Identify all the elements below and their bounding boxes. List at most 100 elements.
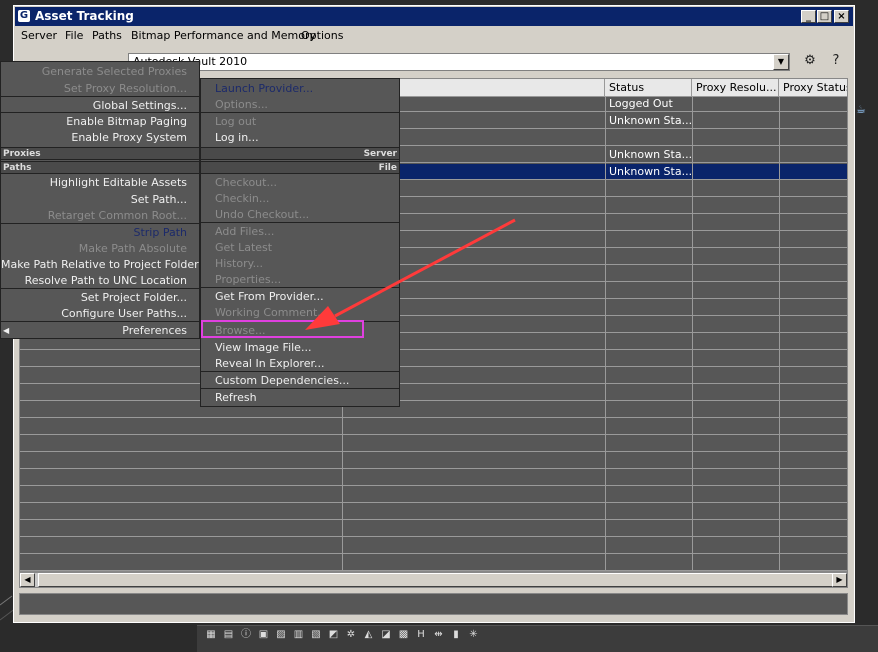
menu-item-reveal-in-explorer[interactable]: Reveal In Explorer...	[215, 356, 395, 372]
horizontal-scrollbar[interactable]: ◀ ▶	[19, 572, 848, 588]
menu-paths[interactable]: Paths	[92, 28, 122, 43]
app-icon: G	[18, 10, 30, 22]
menu-item-enable-bitmap-paging[interactable]: Enable Bitmap Paging	[1, 114, 187, 130]
menu-item-custom-dependencies[interactable]: Custom Dependencies...	[215, 373, 395, 389]
menu-bitmap-performance[interactable]: Bitmap Performance and Memory	[131, 28, 316, 43]
menu-item-view-image-file[interactable]: View Image File...	[215, 340, 395, 356]
scroll-thumb[interactable]	[38, 573, 834, 587]
submenu-arrow-icon: ◀	[3, 323, 9, 339]
menu-separator	[201, 287, 399, 288]
layout-icon[interactable]: ▦	[205, 629, 217, 641]
menu-options[interactable]: Options	[301, 28, 343, 43]
menu-item-working-comment[interactable]: Working Comment...	[215, 305, 395, 321]
star-icon[interactable]: ✲	[345, 629, 357, 641]
table-row[interactable]	[20, 470, 848, 486]
list-icon[interactable]: ▤	[223, 629, 235, 641]
pattern-icon[interactable]: ▧	[310, 629, 322, 641]
close-button[interactable]: ×	[834, 10, 849, 23]
bars-icon[interactable]: ▮	[450, 629, 462, 641]
column-header-proxy-resolution[interactable]: Proxy Resolu...	[692, 79, 779, 96]
table-row[interactable]	[20, 368, 848, 384]
provider-combo[interactable]: Autodesk Vault 2010	[128, 53, 790, 71]
menu-separator	[1, 321, 199, 322]
table-row[interactable]	[20, 419, 848, 435]
menu-item-properties[interactable]: Properties...	[215, 272, 395, 288]
column-header-proxy-status[interactable]: Proxy Status	[779, 79, 848, 96]
scroll-right-icon[interactable]: ▶	[832, 573, 847, 587]
menu-item-history[interactable]: History...	[215, 256, 395, 272]
h-icon[interactable]: H	[415, 629, 427, 641]
menu-item-refresh[interactable]: Refresh	[215, 390, 395, 406]
menu-item-add-files[interactable]: Add Files...	[215, 224, 395, 240]
menu-item-options[interactable]: Options...	[215, 97, 395, 113]
menu-item-highlight-editable-assets[interactable]: Highlight Editable Assets	[1, 175, 187, 191]
table-row[interactable]	[20, 538, 848, 554]
help-icon[interactable]: ?	[826, 51, 846, 71]
menu-item-configure-user-paths[interactable]: Configure User Paths...	[1, 306, 187, 322]
hsl-icon[interactable]: ▨	[275, 629, 287, 641]
menu-item-get-latest[interactable]: Get Latest	[215, 240, 395, 256]
table-row[interactable]	[20, 555, 848, 571]
menu-item-generate-selected-proxies[interactable]: Generate Selected Proxies	[1, 64, 187, 80]
menu-item-preferences[interactable]: Preferences	[1, 323, 187, 339]
menu-section-header: Paths	[1, 161, 199, 174]
menu-separator	[1, 96, 199, 97]
maximize-button[interactable]: □	[817, 10, 832, 23]
chevron-down-icon[interactable]: ▼	[773, 54, 789, 70]
menu-item-log-in[interactable]: Log in...	[215, 130, 395, 146]
menu-separator	[201, 222, 399, 223]
asterisk-icon[interactable]: ✳	[468, 629, 480, 641]
table-row[interactable]	[20, 385, 848, 401]
menu-item-set-path[interactable]: Set Path...	[1, 192, 187, 208]
menu-server[interactable]: Server	[21, 28, 57, 43]
swatch-icon[interactable]: ▥	[293, 629, 305, 641]
paths-menu: Generate Selected ProxiesSet Proxy Resol…	[0, 61, 200, 339]
gradient-icon[interactable]: ◩	[328, 629, 340, 641]
table-row[interactable]	[20, 521, 848, 537]
table-row[interactable]	[20, 436, 848, 452]
menu-item-checkout[interactable]: Checkout...	[215, 175, 395, 191]
table-row[interactable]	[20, 351, 848, 367]
status-bar	[19, 593, 848, 615]
minimize-button[interactable]: _	[801, 10, 816, 23]
table-row[interactable]	[20, 504, 848, 520]
title-bar[interactable]: G Asset Tracking _ □ ×	[15, 7, 853, 26]
status-cell: Unknown Sta...	[605, 164, 692, 180]
table-row[interactable]	[20, 487, 848, 503]
menu-item-strip-path[interactable]: Strip Path	[1, 225, 187, 241]
menu-separator	[201, 371, 399, 372]
color-icon[interactable]: ▣	[258, 629, 270, 641]
column-header-status[interactable]: Status	[605, 79, 692, 96]
menu-item-enable-proxy-system[interactable]: Enable Proxy System	[1, 130, 187, 146]
info-icon[interactable]: ⓘ	[240, 629, 252, 641]
swap-icon[interactable]: ⇹	[433, 629, 445, 641]
grid-icon[interactable]: ▩	[398, 629, 410, 641]
menu-bar: Server File Paths Bitmap Performance and…	[15, 26, 853, 45]
status-cell	[605, 130, 692, 146]
menu-item-checkin[interactable]: Checkin...	[215, 191, 395, 207]
menu-item-make-path-relative-to-project-folder[interactable]: Make Path Relative to Project Folder	[1, 257, 187, 273]
menu-section-header: Proxies	[1, 147, 199, 160]
menu-item-make-path-absolute[interactable]: Make Path Absolute	[1, 241, 187, 257]
menu-item-get-from-provider[interactable]: Get From Provider...	[215, 289, 395, 305]
server-file-menu: Launch Provider...Options...Log outLog i…	[200, 78, 400, 407]
menu-file[interactable]: File	[65, 28, 83, 43]
menu-item-launch-provider[interactable]: Launch Provider...	[215, 81, 395, 97]
table-row[interactable]	[20, 453, 848, 469]
help-vault-icon[interactable]: ⚙	[800, 51, 820, 71]
menu-item-log-out[interactable]: Log out	[215, 114, 395, 130]
frame-icon[interactable]: ◪	[380, 629, 392, 641]
menu-item-retarget-common-root[interactable]: Retarget Common Root...	[1, 208, 187, 224]
teapot-icon: ☕	[856, 103, 870, 115]
menu-item-set-proxy-resolution[interactable]: Set Proxy Resolution...	[1, 81, 187, 97]
window-title: Asset Tracking	[35, 7, 134, 26]
menu-item-set-project-folder[interactable]: Set Project Folder...	[1, 290, 187, 306]
menu-item-resolve-path-to-unc-location[interactable]: Resolve Path to UNC Location	[1, 273, 187, 289]
triangle-icon[interactable]: ◭	[363, 629, 375, 641]
menu-section-header: File	[201, 161, 399, 174]
status-cell: Logged Out	[605, 96, 692, 112]
scroll-left-icon[interactable]: ◀	[20, 573, 35, 587]
menu-item-undo-checkout[interactable]: Undo Checkout...	[215, 207, 395, 223]
table-row[interactable]	[20, 402, 848, 418]
status-cell: Unknown Sta...	[605, 113, 692, 129]
